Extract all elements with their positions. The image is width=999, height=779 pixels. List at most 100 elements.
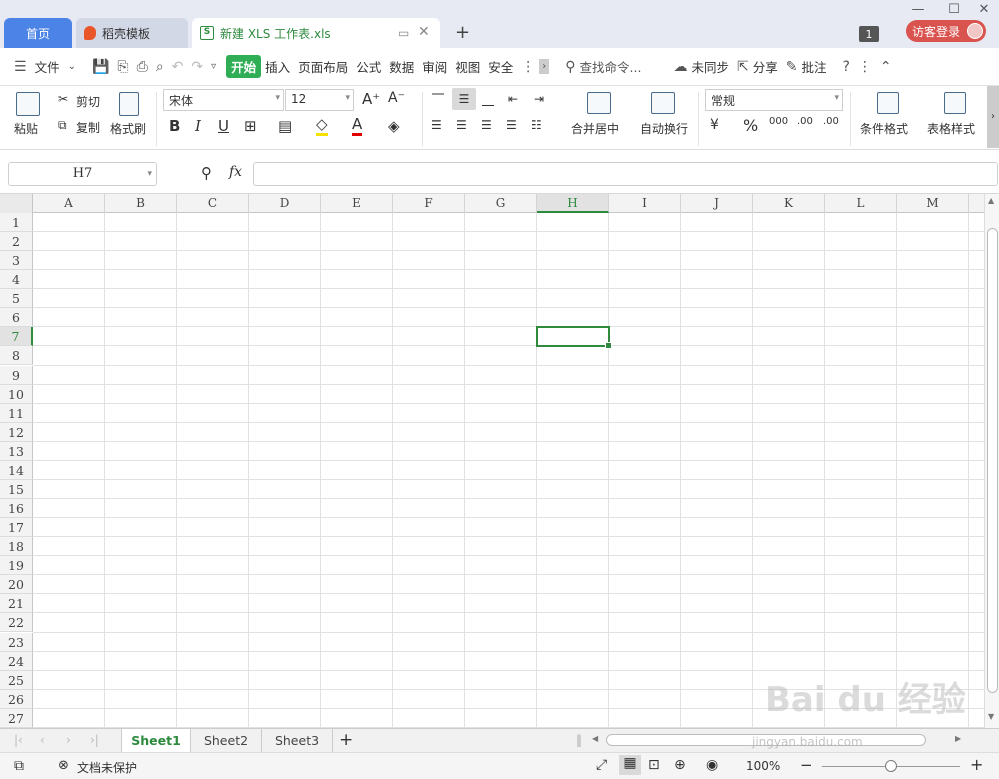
comment-button[interactable]: 批注 bbox=[801, 57, 830, 76]
menu-page-layout[interactable]: 页面布局 bbox=[294, 57, 352, 76]
menu-formula[interactable]: 公式 bbox=[352, 57, 385, 76]
print-preview-icon[interactable]: ⌕ bbox=[152, 59, 168, 75]
row-header-1[interactable]: 1 bbox=[0, 213, 33, 232]
close-window-icon[interactable]: ✕ bbox=[972, 0, 996, 18]
number-format-select[interactable]: 常规 bbox=[705, 89, 843, 111]
zoom-out-icon[interactable]: − bbox=[800, 756, 813, 774]
bold-icon[interactable]: B bbox=[169, 117, 180, 135]
guest-login-button[interactable]: 访客登录 bbox=[906, 20, 986, 42]
tab-current-workbook[interactable]: S 新建 XLS 工作表.xls ▭ ✕ bbox=[192, 18, 440, 48]
page-break-view-icon[interactable]: ⊡ bbox=[648, 757, 660, 773]
cloud-sync-icon[interactable]: ☁ bbox=[669, 59, 691, 75]
fx-icon[interactable]: fx bbox=[229, 164, 242, 180]
help-icon[interactable]: ? bbox=[838, 59, 853, 75]
copy-icon[interactable]: ⧉ bbox=[58, 118, 67, 133]
menu-data[interactable]: 数据 bbox=[385, 57, 418, 76]
align-middle-icon[interactable]: ☰ bbox=[452, 88, 476, 110]
copy-button[interactable]: 复制 bbox=[76, 119, 100, 136]
table-style-button[interactable]: 表格样式 bbox=[927, 120, 975, 137]
minimize-icon[interactable]: — bbox=[906, 0, 930, 18]
menu-view[interactable]: 视图 bbox=[451, 57, 484, 76]
zoom-slider-knob[interactable] bbox=[885, 760, 897, 772]
comment-icon[interactable]: ✎ bbox=[782, 59, 802, 75]
command-search[interactable]: 查找命令... bbox=[580, 57, 646, 76]
underline-icon[interactable]: U bbox=[218, 117, 229, 135]
menu-security[interactable]: 安全 bbox=[484, 57, 517, 76]
collapse-ribbon-icon[interactable]: ⌃ bbox=[876, 59, 896, 75]
tab-home[interactable]: 首页 bbox=[4, 18, 72, 48]
row-header-10[interactable]: 10 bbox=[0, 384, 33, 404]
wrap-text-button[interactable]: 自动换行 bbox=[640, 120, 688, 137]
font-size-select[interactable]: 12 bbox=[285, 89, 354, 111]
more-menu-icon[interactable]: ⋮ bbox=[517, 59, 539, 75]
add-sheet-icon[interactable]: + bbox=[339, 730, 353, 750]
menu-review[interactable]: 审阅 bbox=[418, 57, 451, 76]
doc-protect-icon[interactable]: ⊗ bbox=[58, 758, 69, 773]
more-options-icon[interactable]: ⋮ bbox=[854, 59, 876, 75]
column-header-b[interactable]: B bbox=[105, 194, 177, 213]
row-header-23[interactable]: 23 bbox=[0, 632, 33, 652]
row-header-17[interactable]: 17 bbox=[0, 518, 33, 538]
column-header-k[interactable]: K bbox=[753, 194, 825, 213]
redo-icon[interactable]: ↷ bbox=[187, 59, 207, 75]
share-button[interactable]: 分享 bbox=[753, 57, 782, 76]
align-left-icon[interactable]: ☰ bbox=[431, 118, 442, 132]
select-all-corner[interactable] bbox=[0, 194, 33, 213]
row-header-14[interactable]: 14 bbox=[0, 460, 33, 480]
merge-center-icon[interactable] bbox=[587, 92, 611, 114]
row-header-6[interactable]: 6 bbox=[0, 308, 33, 328]
row-header-4[interactable]: 4 bbox=[0, 270, 33, 290]
share-icon[interactable]: ⇱ bbox=[733, 59, 753, 75]
doc-protect-status[interactable]: 文档未保护 bbox=[77, 759, 137, 776]
row-header-25[interactable]: 25 bbox=[0, 670, 33, 690]
hscroll-split-handle[interactable]: ‖ bbox=[576, 733, 582, 747]
conditional-format-icon[interactable] bbox=[877, 92, 899, 114]
fill-color-icon[interactable]: ◇ bbox=[316, 115, 328, 136]
row-header-22[interactable]: 22 bbox=[0, 613, 33, 633]
row-header-2[interactable]: 2 bbox=[0, 232, 33, 252]
align-bottom-icon[interactable]: ⎽ bbox=[482, 92, 494, 107]
row-header-27[interactable]: 27 bbox=[0, 708, 33, 728]
currency-icon[interactable]: ¥ bbox=[710, 117, 719, 133]
row-header-21[interactable]: 21 bbox=[0, 594, 33, 614]
name-box[interactable]: H7 bbox=[8, 162, 157, 186]
tab-pin-icon[interactable]: ▭ bbox=[398, 26, 409, 40]
column-header-e[interactable]: E bbox=[321, 194, 393, 213]
sheet-tab-sheet3[interactable]: Sheet3 bbox=[262, 729, 333, 752]
thousands-icon[interactable]: 000 bbox=[769, 116, 788, 127]
column-header-j[interactable]: J bbox=[681, 194, 753, 213]
prev-sheet-icon[interactable]: ‹ bbox=[40, 733, 45, 747]
decrease-font-icon[interactable]: A⁻ bbox=[388, 90, 405, 106]
scroll-up-icon[interactable]: ▲ bbox=[988, 196, 994, 205]
cell-fill-pattern-icon[interactable]: ▤ bbox=[278, 117, 292, 135]
normal-view-icon[interactable]: ▦ bbox=[619, 755, 641, 775]
status-layout-icon[interactable]: ⧉ bbox=[14, 758, 24, 774]
vertical-scroll-thumb[interactable] bbox=[987, 228, 998, 693]
row-header-13[interactable]: 13 bbox=[0, 441, 33, 461]
undo-icon[interactable]: ↶ bbox=[168, 59, 188, 75]
row-header-3[interactable]: 3 bbox=[0, 251, 33, 271]
row-header-20[interactable]: 20 bbox=[0, 575, 33, 595]
chevron-down-icon[interactable]: ⌄ bbox=[64, 61, 80, 72]
sheet-tab-sheet1[interactable]: Sheet1 bbox=[121, 729, 191, 752]
justify-icon[interactable]: ☰ bbox=[506, 118, 517, 132]
formula-input[interactable] bbox=[253, 162, 998, 186]
maximize-icon[interactable]: ☐ bbox=[942, 0, 966, 18]
row-header-11[interactable]: 11 bbox=[0, 403, 33, 423]
row-header-26[interactable]: 26 bbox=[0, 689, 33, 709]
menu-file[interactable]: 文件 bbox=[31, 57, 64, 76]
row-header-19[interactable]: 19 bbox=[0, 556, 33, 576]
increase-font-icon[interactable]: A⁺ bbox=[362, 90, 380, 108]
sheet-tab-sheet2[interactable]: Sheet2 bbox=[191, 729, 262, 752]
distributed-align-icon[interactable]: ☷ bbox=[531, 118, 542, 132]
font-family-select[interactable]: 宋体 bbox=[163, 89, 284, 111]
spreadsheet-grid[interactable]: ABCDEFGHIJKLM 1 2 3 4 5 6 7 8 9 10 11 12 13 14 15 16 17 1… bbox=[0, 194, 984, 728]
active-cell-cursor[interactable] bbox=[536, 326, 612, 350]
row-header-16[interactable]: 16 bbox=[0, 499, 33, 519]
tab-daoke-templates[interactable]: 稻壳模板 bbox=[76, 18, 188, 48]
row-header-7[interactable]: 7 bbox=[0, 327, 33, 347]
format-painter-icon[interactable] bbox=[119, 92, 139, 116]
paste-icon[interactable] bbox=[16, 92, 40, 116]
column-header-a[interactable]: A bbox=[33, 194, 105, 213]
print-icon[interactable]: ⎙ bbox=[133, 59, 152, 75]
